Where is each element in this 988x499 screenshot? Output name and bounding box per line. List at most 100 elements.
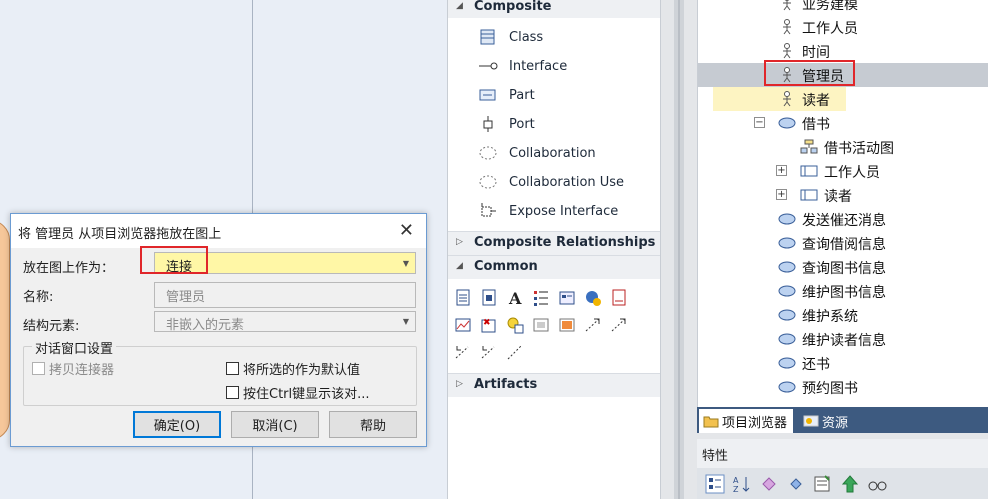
idea-icon[interactable] bbox=[506, 316, 524, 334]
tree-item-label: 借书 bbox=[802, 117, 830, 133]
expand-icon[interactable]: ▷ bbox=[456, 379, 463, 389]
copy-connectors-label: 拷贝连接器 bbox=[49, 363, 115, 378]
checkbox-box[interactable] bbox=[226, 386, 239, 399]
dialog-settings-group: 对话窗口设置 拷贝连接器 将所选的作为默认值 按住Ctrl键显示该对... bbox=[23, 338, 417, 406]
properties-panel: 特性 AZ bbox=[697, 433, 988, 499]
tree-item[interactable]: − 借书 bbox=[698, 111, 988, 135]
section-composite[interactable]: ◢ Composite bbox=[448, 0, 661, 18]
checkbox-box[interactable] bbox=[226, 362, 239, 375]
name-field[interactable]: 管理员 bbox=[154, 282, 416, 308]
list-icon[interactable] bbox=[532, 289, 550, 307]
up-arrow-icon[interactable] bbox=[840, 474, 860, 494]
trace-icon[interactable] bbox=[610, 316, 628, 334]
tree-item[interactable]: 查询图书信息 bbox=[698, 255, 988, 279]
tree-item[interactable]: 还书 bbox=[698, 351, 988, 375]
toolbox-item-class[interactable]: Class bbox=[478, 26, 543, 48]
common-tools-row-2: ✖ bbox=[454, 316, 636, 334]
cancel-button[interactable]: 取消(C) bbox=[231, 411, 319, 438]
properties-toolbar: AZ bbox=[697, 468, 988, 499]
toolbox-item-interface[interactable]: Interface bbox=[478, 55, 567, 77]
diamond-icon[interactable] bbox=[786, 474, 806, 494]
toolbox-item-collaboration[interactable]: Collaboration bbox=[478, 142, 596, 164]
dialog-titlebar: 将 管理员 从项目浏览器拖放在图上 ✕ bbox=[11, 214, 426, 248]
drop-element-dialog: 将 管理员 从项目浏览器拖放在图上 ✕ 放在图上作为： 连接 ▼ 名称: 管理员… bbox=[10, 213, 427, 447]
tree-item[interactable]: 业务建模 bbox=[698, 0, 988, 15]
partition-icon bbox=[800, 187, 818, 203]
save-default-checkbox[interactable]: 将所选的作为默认值 bbox=[226, 359, 360, 378]
artifact-icon[interactable] bbox=[610, 289, 628, 307]
tree-item[interactable]: 借书活动图 bbox=[698, 135, 988, 159]
tab-resources[interactable]: 资源 bbox=[799, 409, 854, 433]
copy-connectors-checkbox[interactable]: 拷贝连接器 bbox=[32, 359, 114, 378]
hyperlink-icon[interactable] bbox=[584, 289, 602, 307]
document-icon[interactable] bbox=[480, 289, 498, 307]
help-button[interactable]: 帮助 bbox=[329, 411, 417, 438]
toolbox-item-port[interactable]: Port bbox=[478, 113, 535, 135]
expand-icon[interactable]: + bbox=[776, 165, 787, 176]
expand-icon[interactable]: ▷ bbox=[456, 237, 463, 247]
sort-alpha-icon[interactable]: AZ bbox=[732, 474, 752, 494]
close-icon[interactable]: ✕ bbox=[399, 220, 414, 241]
issue-icon[interactable]: ✖ bbox=[480, 316, 498, 334]
tab-project-browser[interactable]: 项目浏览器 bbox=[699, 409, 794, 433]
tree-item-label: 工作人员 bbox=[802, 21, 858, 37]
tree-item[interactable]: 发送催还消息 bbox=[698, 207, 988, 231]
stereotype-icon[interactable] bbox=[759, 474, 779, 494]
section-common[interactable]: ◢ Common bbox=[448, 255, 661, 279]
tree-item[interactable]: 查询借阅信息 bbox=[698, 231, 988, 255]
glasses-icon[interactable] bbox=[867, 474, 887, 494]
diagram-shape[interactable] bbox=[0, 220, 10, 440]
tree-item[interactable]: 读者 bbox=[698, 87, 988, 111]
image-icon[interactable] bbox=[532, 316, 550, 334]
dependency-icon[interactable] bbox=[584, 316, 602, 334]
activity-diagram-icon bbox=[800, 139, 818, 155]
dialog-title: 将 管理员 从项目浏览器拖放在图上 bbox=[18, 227, 222, 242]
actor-icon bbox=[778, 0, 796, 11]
tree-item[interactable]: 工作人员 bbox=[698, 15, 988, 39]
connector-icon[interactable] bbox=[506, 343, 524, 361]
boundary-icon[interactable] bbox=[558, 316, 576, 334]
tree-item-label: 借书活动图 bbox=[824, 141, 894, 157]
checkbox-box[interactable] bbox=[32, 362, 45, 375]
categorized-icon[interactable] bbox=[705, 474, 725, 494]
ok-button[interactable]: 确定(O) bbox=[133, 411, 221, 438]
scrollbar-thumb[interactable] bbox=[678, 0, 680, 499]
section-artifacts[interactable]: ▷ Artifacts bbox=[448, 373, 661, 397]
expand-icon[interactable]: + bbox=[776, 189, 787, 200]
tree-item[interactable]: 维护图书信息 bbox=[698, 279, 988, 303]
note-icon[interactable] bbox=[454, 289, 472, 307]
properties-sheet-icon[interactable] bbox=[813, 474, 833, 494]
note-link-icon[interactable] bbox=[480, 343, 498, 361]
toolbox-item-label: Collaboration Use bbox=[509, 174, 625, 190]
save-default-label: 将所选的作为默认值 bbox=[243, 363, 361, 378]
interface-icon bbox=[478, 58, 498, 74]
collapse-icon[interactable]: − bbox=[754, 117, 765, 128]
svg-text:Z: Z bbox=[733, 485, 739, 494]
toolbox-item-expose-interface[interactable]: Expose Interface bbox=[478, 200, 618, 222]
text-icon[interactable]: A bbox=[506, 289, 524, 308]
legend-icon[interactable] bbox=[558, 289, 576, 307]
tree-item[interactable]: 预约图书 bbox=[698, 375, 988, 399]
tree-item[interactable]: 维护系统 bbox=[698, 303, 988, 327]
tab-label: 资源 bbox=[822, 415, 849, 431]
browser-tabs: 项目浏览器 资源 bbox=[697, 407, 988, 433]
realize-icon[interactable] bbox=[454, 343, 472, 361]
toolbox-item-part[interactable]: Part bbox=[478, 84, 535, 106]
tree-item[interactable]: + 读者 bbox=[698, 183, 988, 207]
tree-item[interactable]: + 工作人员 bbox=[698, 159, 988, 183]
tree-item[interactable]: 维护读者信息 bbox=[698, 327, 988, 351]
chevron-down-icon[interactable]: ▼ bbox=[397, 312, 415, 331]
ctrl-show-checkbox[interactable]: 按住Ctrl键显示该对... bbox=[226, 383, 370, 402]
collapse-icon[interactable]: ◢ bbox=[456, 1, 463, 11]
toolbox-item-collaboration-use[interactable]: Collaboration Use bbox=[478, 171, 624, 193]
section-composite-relationships[interactable]: ▷ Composite Relationships bbox=[448, 231, 661, 255]
chart-icon[interactable] bbox=[454, 316, 472, 334]
panel-splitter[interactable] bbox=[660, 0, 697, 499]
struct-element-select[interactable]: 非嵌入的元素 ▼ bbox=[154, 311, 416, 333]
collapse-icon[interactable]: ◢ bbox=[456, 261, 463, 271]
name-label: 名称: bbox=[23, 290, 54, 305]
collaboration-icon bbox=[478, 145, 498, 161]
tree-item-label: 维护读者信息 bbox=[802, 333, 886, 349]
chevron-down-icon[interactable]: ▼ bbox=[397, 253, 415, 273]
project-browser-tree: 业务建模 工作人员 时间 管理员 读者 − 借书 借书活动图 + 工作人员 + … bbox=[697, 0, 988, 407]
